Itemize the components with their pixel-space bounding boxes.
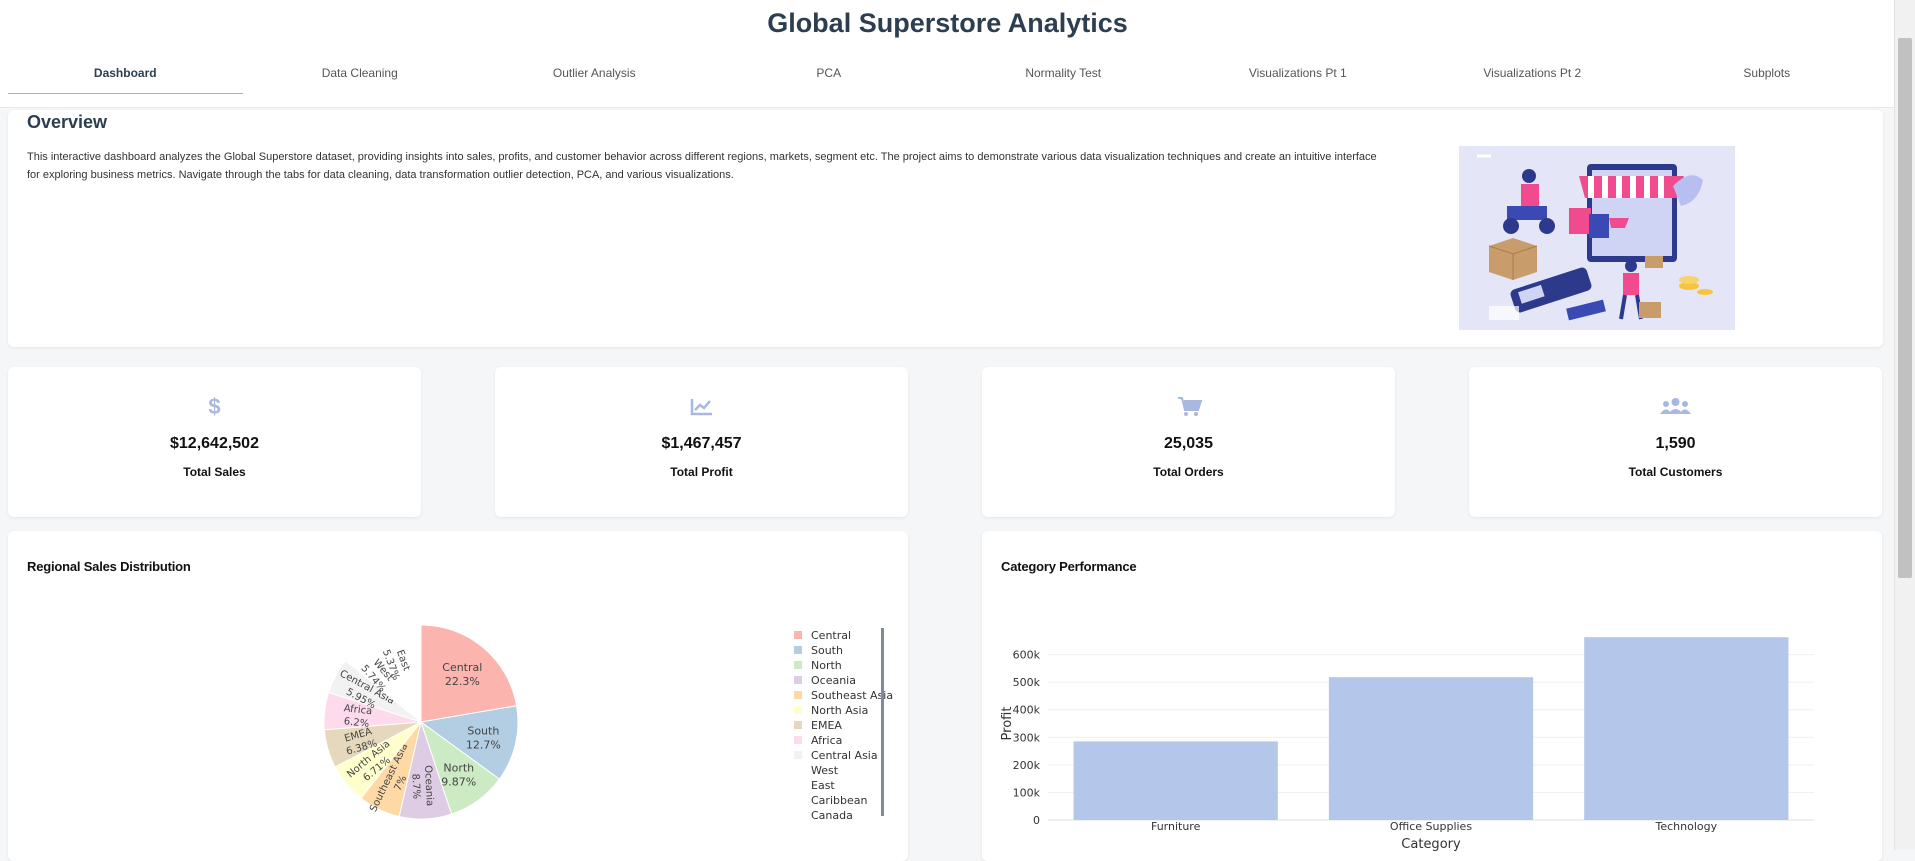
legend-swatch[interactable]	[794, 676, 802, 684]
stat-card-total-profit: $1,467,457 Total Profit	[495, 367, 908, 517]
tab-subplots[interactable]: Subplots	[1650, 56, 1885, 94]
legend-swatch[interactable]	[794, 631, 802, 639]
x-tick-label: Technology	[1655, 820, 1718, 833]
page-scrollbar[interactable]	[1894, 0, 1915, 850]
legend-swatch[interactable]	[793, 795, 803, 805]
tab-bar: Dashboard Data Cleaning Outlier Analysis…	[8, 56, 1888, 94]
tab-visualizations-pt1[interactable]: Visualizations Pt 1	[1181, 56, 1416, 94]
legend-item[interactable]: Africa	[811, 734, 842, 747]
stat-card-total-orders: 25,035 Total Orders	[982, 367, 1395, 517]
tab-data-cleaning[interactable]: Data Cleaning	[243, 56, 478, 94]
overview-text: This interactive dashboard analyzes the …	[27, 151, 1377, 181]
ecommerce-illustration	[1459, 146, 1735, 330]
total-profit-label: Total Profit	[670, 465, 733, 479]
bar-technology[interactable]	[1584, 637, 1789, 820]
legend-swatch[interactable]	[794, 646, 802, 654]
tab-normality-test[interactable]: Normality Test	[946, 56, 1181, 94]
total-customers-value: 1,590	[1655, 435, 1696, 452]
stat-card-total-customers: 1,590 Total Customers	[1469, 367, 1882, 517]
y-tick-label: 200k	[1013, 759, 1041, 772]
y-tick-label: 100k	[1013, 786, 1041, 799]
y-tick-label: 0	[1033, 814, 1040, 827]
legend-swatch[interactable]	[794, 736, 802, 744]
users-icon	[1660, 398, 1691, 414]
stat-card-total-sales: $ $12,642,502 Total Sales	[8, 367, 421, 517]
legend-swatch[interactable]	[793, 780, 803, 790]
legend-item[interactable]: South	[811, 644, 843, 657]
total-profit-value: $1,467,457	[661, 435, 742, 452]
category-performance-card: Category Performance 0 100k 200k 300k 400k 50…	[982, 531, 1882, 861]
legend-item[interactable]: Canada	[811, 809, 853, 822]
pie-slice-label: Central	[442, 661, 482, 674]
legend-item[interactable]: Oceania	[811, 674, 856, 687]
legend-swatch[interactable]	[794, 721, 802, 729]
legend-item[interactable]: EMEA	[811, 719, 842, 732]
x-tick-label: Furniture	[1151, 820, 1201, 833]
tab-outlier-analysis[interactable]: Outlier Analysis	[477, 56, 712, 94]
y-tick-label: 500k	[1013, 676, 1041, 689]
pie-slice-percent: 12.7%	[466, 739, 501, 752]
header: Global Superstore Analytics Dashboard Da…	[0, 0, 1895, 108]
legend-item[interactable]: West	[811, 764, 839, 777]
pie-slice-label: South	[467, 725, 499, 738]
overview-card: Overview This interactive dashboard anal…	[8, 110, 1883, 347]
legend-swatch[interactable]	[793, 810, 803, 820]
total-orders-value: 25,035	[1164, 435, 1213, 452]
y-tick-label: 600k	[1013, 649, 1041, 662]
regional-pie-chart: Central22.3%South12.7%North9.87%Oceania8…	[323, 624, 893, 822]
total-customers-label: Total Customers	[1628, 465, 1723, 479]
total-sales-value: $12,642,502	[170, 435, 259, 452]
tab-visualizations-pt2[interactable]: Visualizations Pt 2	[1415, 56, 1650, 94]
dollar-icon: $	[208, 395, 220, 417]
chart-line-icon	[690, 399, 712, 416]
legend-swatch[interactable]	[794, 661, 802, 669]
legend-swatch[interactable]	[794, 706, 802, 714]
legend-item[interactable]: Caribbean	[811, 794, 867, 807]
y-axis-title: Profit	[1000, 707, 1015, 741]
legend-item[interactable]: North	[811, 659, 842, 672]
bar-furniture[interactable]	[1073, 741, 1278, 820]
shopping-cart-icon	[1178, 397, 1203, 416]
legend-swatch[interactable]	[794, 691, 802, 699]
pie-slice-percent: 8.7%	[409, 773, 421, 799]
legend-item[interactable]: Central	[811, 629, 851, 642]
legend-item[interactable]: Southeast Asia	[811, 689, 893, 702]
tab-dashboard[interactable]: Dashboard	[8, 56, 243, 94]
app-title: Global Superstore Analytics	[767, 8, 1128, 38]
pie-slice-percent: 9.87%	[441, 776, 476, 789]
pie-slice-label: North	[443, 762, 474, 775]
y-tick-label: 300k	[1013, 731, 1041, 744]
legend-swatch[interactable]	[793, 765, 803, 775]
total-orders-label: Total Orders	[1153, 465, 1224, 479]
category-bar-chart: 0 100k 200k 300k 400k 500k 600k Furniture Office…	[1000, 637, 1814, 852]
pie-slice-percent: 22.3%	[445, 675, 480, 688]
total-sales-label: Total Sales	[183, 465, 246, 479]
y-tick-label: 400k	[1013, 704, 1041, 717]
svg-text:$: $	[208, 395, 220, 417]
bar-office-supplies[interactable]	[1328, 677, 1534, 820]
overview-title: Overview	[27, 112, 108, 132]
legend-item[interactable]: North Asia	[811, 704, 868, 717]
legend-item[interactable]: East	[811, 779, 835, 792]
legend-swatch[interactable]	[794, 751, 802, 759]
scrollbar-thumb[interactable]	[1898, 38, 1912, 578]
legend-scrollbar[interactable]	[881, 628, 884, 816]
x-tick-label: Office Supplies	[1390, 820, 1472, 833]
tab-pca[interactable]: PCA	[712, 56, 947, 94]
regional-sales-card: Regional Sales Distribution Central 22.3%…	[8, 531, 908, 861]
pie-slice-label: Oceania	[422, 765, 435, 806]
legend-item[interactable]: Central Asia	[811, 749, 878, 762]
